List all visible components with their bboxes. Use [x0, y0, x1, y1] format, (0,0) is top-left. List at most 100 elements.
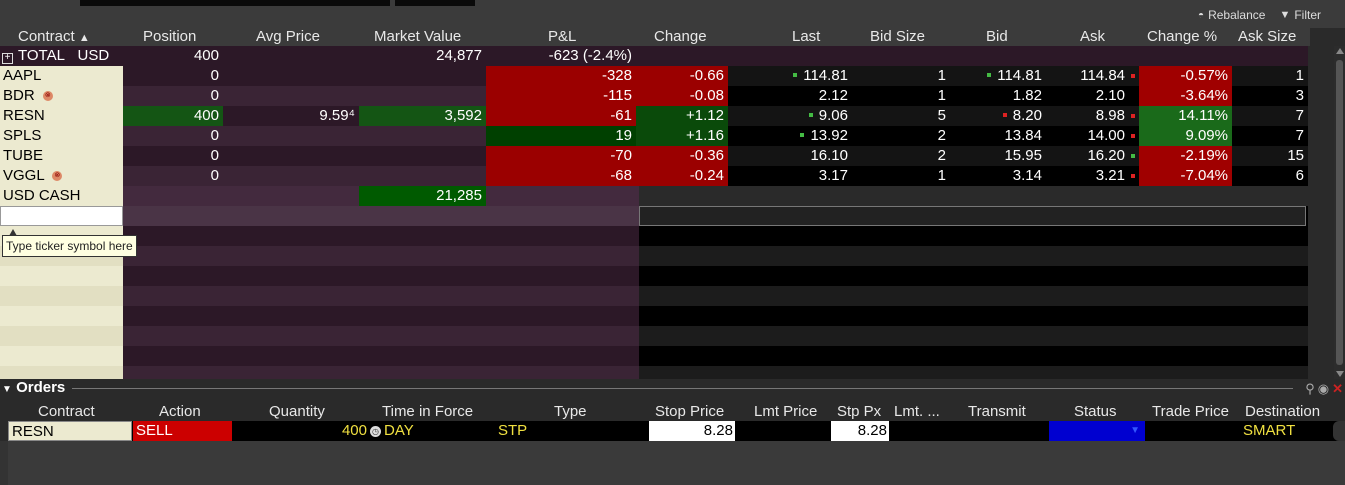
empty-row	[0, 326, 1308, 346]
row-pnl: -328	[486, 66, 636, 86]
empty-row	[0, 286, 1308, 306]
empty-row	[0, 306, 1308, 326]
ocol-status[interactable]: Status	[1074, 403, 1117, 421]
settings-icon[interactable]: ◉	[1318, 381, 1329, 397]
row-avg-price: 9.59⁴	[223, 106, 359, 126]
row-contract[interactable]: BDR ⊗	[0, 86, 123, 106]
tick-icon	[793, 73, 798, 78]
order-quantity[interactable]: 400	[232, 421, 367, 441]
ocol-quantity[interactable]: Quantity	[269, 403, 325, 421]
col-bid[interactable]: Bid	[986, 28, 1008, 46]
order-destination[interactable]: SMART	[1243, 421, 1333, 441]
ocol-contract[interactable]: Contract	[38, 403, 95, 421]
row-contract[interactable]: SPLS	[0, 126, 123, 146]
row-position: 0	[123, 86, 223, 106]
row-bid-size: 2	[852, 146, 950, 166]
ocol-type[interactable]: Type	[554, 403, 587, 421]
table-row[interactable]: SPLS 0 19 +1.16 13.92 2 13.84 14.00 9.09% 7	[0, 126, 1308, 146]
close-icon[interactable]: ✕	[1332, 381, 1343, 397]
ocol-trade-price[interactable]: Trade Price	[1152, 403, 1229, 421]
order-stp-px[interactable]: 8.28	[831, 421, 889, 441]
row-change-pct: 14.11%	[1139, 106, 1232, 126]
rebalance-button[interactable]: ◓ Rebalance	[1198, 8, 1265, 22]
sort-asc-icon: ▲	[78, 32, 90, 44]
col-last[interactable]: Last	[792, 28, 820, 46]
scroll-up-icon[interactable]	[1336, 48, 1344, 54]
row-contract[interactable]: RESN	[0, 106, 123, 126]
row-avg-price	[223, 86, 359, 106]
row-market-value	[359, 86, 486, 106]
status-dropdown-icon[interactable]: ▼	[1130, 421, 1140, 441]
row-contract[interactable]: VGGL ⊗	[0, 166, 123, 186]
top-toolbar: ◓ Rebalance ▼ Filter	[0, 0, 1345, 28]
order-action[interactable]: SELL	[133, 421, 232, 441]
ticker-input[interactable]	[0, 206, 123, 226]
tick-icon	[1131, 114, 1135, 118]
table-row[interactable]: VGGL ⊗ 0 -68 -0.24 3.17 1 3.14 3.21 -7.04% 6	[0, 166, 1308, 186]
col-bid-size[interactable]: Bid Size	[870, 28, 925, 46]
order-row[interactable]: RESN SELL 400 ◷ DAY STP 8.28 8.28 ▼ SMART	[8, 421, 1345, 441]
orders-title[interactable]: ▼ Orders	[2, 379, 65, 399]
table-row[interactable]: RESN 400 9.59⁴ 3,592 -61 +1.12 9.06 5 8.20 8.98 14…	[0, 106, 1308, 126]
toolbar-right: ◓ Rebalance ▼ Filter	[1198, 8, 1321, 22]
col-avg-price[interactable]: Avg Price	[256, 28, 320, 46]
table-row[interactable]: BDR ⊗ 0 -115 -0.08 2.12 1 1.82 2.10 -3.64% 3	[0, 86, 1308, 106]
vertical-scrollbar[interactable]	[1334, 46, 1345, 379]
row-bid-size: 2	[852, 126, 950, 146]
ocol-lmt-dots[interactable]: Lmt. ...	[894, 403, 940, 421]
row-ask-size: 6	[1232, 166, 1308, 186]
row-change-pct: -0.57%	[1139, 66, 1232, 86]
row-contract[interactable]: TUBE	[0, 146, 123, 166]
col-market-value[interactable]: Market Value	[374, 28, 461, 46]
row-ask-size: 7	[1232, 106, 1308, 126]
collapse-icon[interactable]: ▼	[2, 384, 12, 395]
row-avg-price	[223, 126, 359, 146]
col-change-pct[interactable]: Change %	[1147, 28, 1217, 46]
ocol-stop-price[interactable]: Stop Price	[655, 403, 724, 421]
col-ask[interactable]: Ask	[1080, 28, 1105, 46]
order-tif[interactable]: ◷ DAY	[370, 421, 490, 441]
portfolio-header: Contract ▲ Position Avg Price Market Val…	[0, 28, 1310, 46]
tick-icon	[1131, 154, 1135, 158]
ocol-destination[interactable]: Destination	[1245, 403, 1320, 421]
ocol-action[interactable]: Action	[159, 403, 201, 421]
cash-label: USD CASH	[0, 186, 123, 206]
col-position[interactable]: Position	[143, 28, 196, 46]
table-row[interactable]: AAPL 0 -328 -0.66 114.81 1 114.81 114.84 -0.57% 1	[0, 66, 1308, 86]
row-bid-size: 1	[852, 86, 950, 106]
ocol-lmt-price[interactable]: Lmt Price	[754, 403, 817, 421]
row-position: 0	[123, 66, 223, 86]
ocol-tif[interactable]: Time in Force	[382, 403, 473, 421]
col-change[interactable]: Change	[654, 28, 707, 46]
expand-icon[interactable]: +	[2, 53, 13, 64]
row-ask: 114.84	[1046, 66, 1139, 86]
order-status[interactable]: ▼	[1049, 421, 1145, 441]
order-type[interactable]: STP	[498, 421, 648, 441]
total-row[interactable]: + TOTAL USD 400 24,877 -623 (-2.4%)	[0, 46, 1308, 66]
col-pnl[interactable]: P&L	[548, 28, 576, 46]
tick-icon	[1131, 174, 1135, 178]
order-contract[interactable]: RESN	[8, 421, 132, 441]
tab-strip-2	[395, 0, 475, 6]
order-row-handle[interactable]	[1333, 421, 1345, 441]
table-row[interactable]: TUBE 0 -70 -0.36 16.10 2 15.95 16.20 -2.19% 15	[0, 146, 1308, 166]
row-ask: 14.00	[1046, 126, 1139, 146]
search-icon[interactable]: ⚲	[1305, 381, 1315, 397]
orders-empty-area	[8, 441, 1345, 485]
row-contract[interactable]: AAPL	[0, 66, 123, 86]
ocol-transmit[interactable]: Transmit	[968, 403, 1026, 421]
row-bid: 8.20	[950, 106, 1046, 126]
filter-button[interactable]: ▼ Filter	[1279, 8, 1321, 22]
col-ask-size[interactable]: Ask Size	[1238, 28, 1296, 46]
ocol-stp-px[interactable]: Stp Px	[837, 403, 881, 421]
order-stop-price[interactable]: 8.28	[649, 421, 735, 441]
cash-market-value: 21,285	[359, 186, 486, 206]
scroll-down-icon[interactable]	[1336, 371, 1344, 377]
cash-row[interactable]: USD CASH 21,285	[0, 186, 1308, 206]
scroll-thumb[interactable]	[1336, 60, 1343, 365]
col-contract[interactable]: Contract ▲	[18, 28, 90, 46]
row-change: -0.24	[636, 166, 728, 186]
row-avg-price	[223, 166, 359, 186]
alert-icon: ⊗	[52, 171, 63, 182]
row-position: 0	[123, 146, 223, 166]
